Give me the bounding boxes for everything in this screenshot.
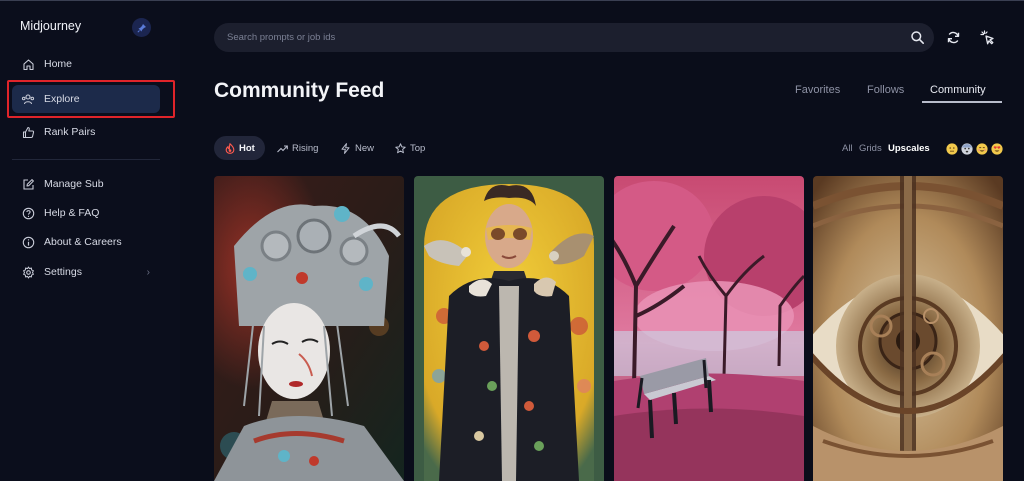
page-title: Community Feed [214,79,385,102]
brand-logo[interactable]: Midjourney [20,19,81,33]
feed-card-3[interactable] [614,176,804,481]
pin-icon [136,23,146,33]
search-bar[interactable]: Search prompts or job ids [214,23,934,52]
sort-new-button[interactable]: New [340,136,374,160]
sidebar-divider [12,159,160,160]
filter-grids[interactable]: Grids [859,143,882,154]
sort-label: Top [410,142,426,154]
sort-rising-button[interactable]: Rising [277,136,318,160]
sidebar-item-label: Home [44,58,73,70]
highlight-box [7,80,175,118]
geisha-headdress-image[interactable] [214,176,404,481]
sidebar-item-about-careers[interactable]: About & Careers [12,228,160,256]
chevron-right-icon: › [146,266,150,278]
sidebar-item-settings[interactable]: Settings › [12,258,160,286]
feed-card-1[interactable] [214,176,404,481]
help-icon [21,206,35,220]
pin-sidebar-button[interactable] [132,18,151,37]
smiling-face-icon[interactable] [976,143,988,155]
filter-all[interactable]: All [842,143,853,154]
sort-hot-button[interactable]: Hot [214,136,265,160]
info-icon [21,235,35,249]
bolt-icon [340,142,351,154]
sort-label: New [355,142,375,154]
sidebar-item-home[interactable]: Home [12,50,160,78]
sidebar-item-label: Manage Sub [44,178,104,190]
feed-card-4[interactable] [813,176,1003,481]
tab-follows[interactable]: Follows [867,84,904,96]
refresh-icon[interactable] [946,30,961,45]
mechanical-eye-image[interactable] [813,176,1003,481]
search-input[interactable]: Search prompts or job ids [227,32,335,43]
sidebar-item-label: About & Careers [44,236,122,248]
gear-icon [21,265,35,279]
tab-active-indicator [922,101,1002,103]
sidebar-item-help-faq[interactable]: Help & FAQ [12,199,160,227]
sort-top-button[interactable]: Top [395,136,425,160]
magic-cursor-icon[interactable] [980,30,995,45]
edit-icon [21,177,35,191]
sidebar-item-label: Help & FAQ [44,207,100,219]
filter-upscales[interactable]: Upscales [888,143,930,154]
man-with-birds-image[interactable] [414,176,604,481]
home-icon [21,57,35,71]
sort-label: Rising [292,142,319,154]
sidebar-item-manage-sub[interactable]: Manage Sub [12,170,160,198]
pink-trees-bench-image[interactable] [614,176,804,481]
sidebar-item-rank-pairs[interactable]: Rank Pairs [12,118,160,146]
thumbs-up-icon [21,125,35,139]
tab-favorites[interactable]: Favorites [795,84,840,96]
star-icon [395,142,406,154]
fearful-face-icon[interactable] [961,143,973,155]
heart-eyes-icon[interactable] [991,143,1003,155]
search-icon[interactable] [910,30,925,45]
sidebar: Midjourney Home Explore Rank Pairs Manag… [0,1,180,481]
tab-community[interactable]: Community [930,84,986,96]
sidebar-item-label: Rank Pairs [44,126,96,138]
flame-icon [224,142,235,154]
trending-up-icon [277,143,288,154]
neutral-face-icon[interactable] [946,143,958,155]
feed-card-2[interactable] [414,176,604,481]
sort-label: Hot [239,142,255,154]
sidebar-item-label: Settings [44,266,82,278]
